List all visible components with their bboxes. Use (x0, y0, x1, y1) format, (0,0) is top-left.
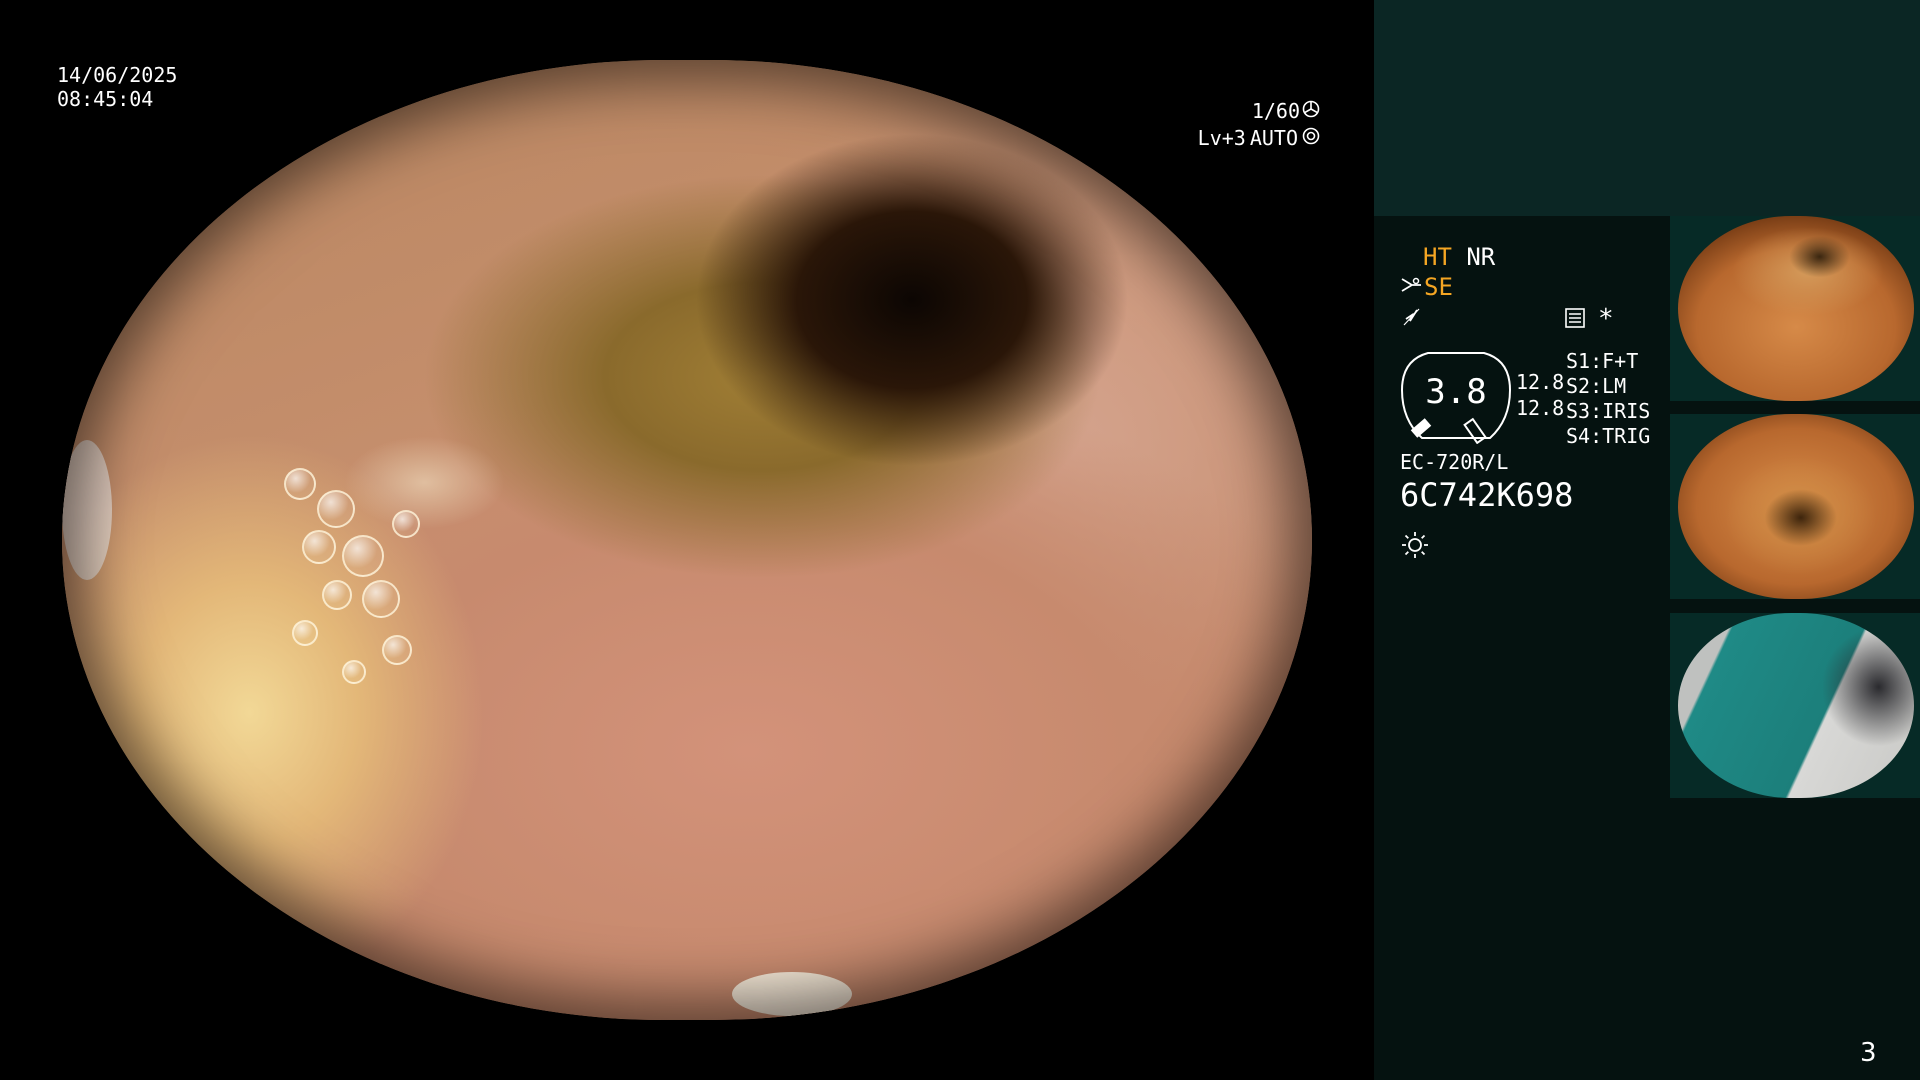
bubble (362, 580, 400, 618)
bubble (284, 468, 316, 500)
memo-icon (1564, 307, 1586, 333)
switch-s2: S2:LM (1566, 374, 1627, 398)
shutter-speed: 1/60 (1251, 99, 1300, 123)
mode-indicators: HT NR (1423, 243, 1495, 271)
scope-serial: 6C742K698 (1400, 476, 1574, 514)
bubble (342, 660, 366, 684)
thumbnail-image (1678, 613, 1914, 798)
endoscope-view (62, 60, 1312, 1020)
switch-s1: S1:F+T (1566, 349, 1639, 373)
zoom-value: 3.8 (1425, 372, 1487, 412)
brightness-level: Lv+3 (1197, 126, 1246, 150)
exposure-block: 1/60 Lv+3 AUTO (1195, 99, 1320, 150)
thumbnail-image (1678, 216, 1914, 401)
asterisk-icon: * (1598, 304, 1614, 334)
scissors-icon (1400, 273, 1424, 301)
scale-top: 12.8 (1516, 370, 1565, 394)
time-text: 08:45:04 (57, 87, 154, 111)
thumbnail-3[interactable] (1670, 613, 1920, 798)
thumbnail-image (1678, 414, 1914, 599)
bubble (382, 635, 412, 665)
bubble (302, 530, 336, 564)
scope-model: EC-720R/L (1400, 450, 1509, 474)
iris-icon (1302, 126, 1320, 150)
scale-bottom: 12.8 (1516, 396, 1565, 420)
switch-s3: S3:IRIS (1566, 399, 1651, 423)
date-time-block: 14/06/2025 08:45:04 (57, 63, 177, 111)
scale-values: 12.8 12.8 (1516, 370, 1564, 420)
switch-list: S1:F+T S2:LM S3:IRIS S4:TRIG (1566, 349, 1650, 449)
lightning-icon (1402, 305, 1422, 333)
bubble (392, 510, 420, 538)
side-panel-header (1374, 0, 1920, 216)
shutter-icon (1302, 99, 1320, 123)
frame-number: 3 (1860, 1038, 1877, 1068)
bubble (292, 620, 318, 646)
mode-se: SE (1424, 273, 1453, 301)
thumbnail-1[interactable] (1670, 216, 1920, 401)
mode-nr: NR (1466, 243, 1496, 271)
bubble (322, 580, 352, 610)
bubble (342, 535, 384, 577)
date-text: 14/06/2025 (57, 63, 178, 87)
light-reflection (732, 972, 852, 1016)
light-source-icon (1400, 530, 1430, 564)
mode-se-row: SE (1400, 273, 1453, 301)
zoom-indicator: 3.8 (1398, 350, 1514, 448)
thumbnail-2[interactable] (1670, 414, 1920, 599)
iris-mode: AUTO (1249, 126, 1298, 150)
mode-ht: HT (1423, 243, 1452, 271)
light-reflection (62, 440, 112, 580)
switch-s4: S4:TRIG (1566, 424, 1651, 448)
bubble (317, 490, 355, 528)
